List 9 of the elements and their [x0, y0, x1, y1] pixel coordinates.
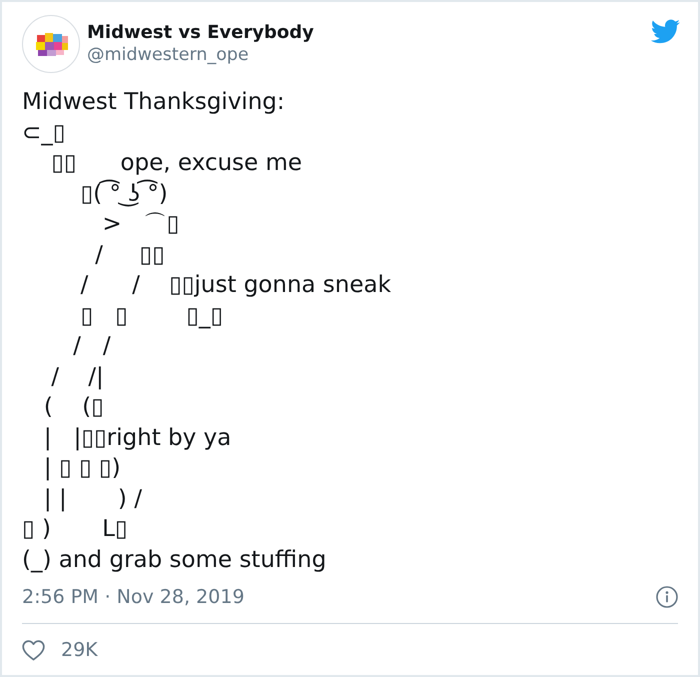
bird-logo-icon[interactable] — [650, 19, 680, 44]
tweet-text: Midwest Thanksgiving: ⊂_▯ ▯▯ ope, excuse me ▯( ͡° ͜ʖ ͡°) > ⌒▯ / ▯▯ / / ▯▯just gonna sneak ▯ ▯ ▯_▯ / / / /| ( (▯ | |▯▯right by ya | ▯ ▯ ▯) | | ) / ▯ ) L▯ (_) and grab some stuffing — [22, 88, 392, 574]
like-count: 29K — [61, 638, 98, 662]
avatar-icon — [22, 15, 80, 73]
author-handle[interactable]: @midwestern_ope — [87, 44, 314, 67]
timestamp[interactable]: 2:56 PM · Nov 28, 2019 — [22, 585, 244, 609]
info-icon[interactable] — [656, 586, 678, 608]
heart-icon[interactable] — [22, 640, 45, 660]
author-name[interactable]: Midwest vs Everybody — [87, 21, 314, 44]
